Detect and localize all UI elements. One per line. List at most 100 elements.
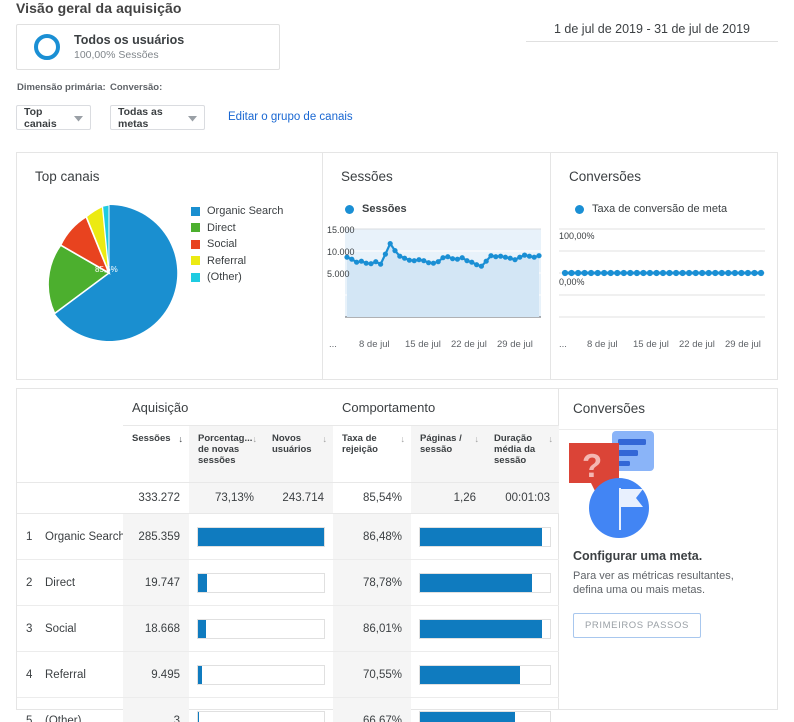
sort-icon[interactable]: ↓ [323,434,328,445]
primary-dimension-dropdown[interactable]: Top canais [16,105,91,130]
conversions-line-chart[interactable]: 100,00% 0,00% ... 8 de jul 15 de jul 22 … [557,225,777,350]
sort-icon[interactable]: ↓ [475,434,480,445]
sessions-ytick: 15.000 [327,225,355,235]
legend-item[interactable]: Organic Search [191,205,283,217]
sort-icon[interactable]: ↓ [549,434,554,445]
col-header-bounce-rate[interactable]: Taxa de rejeição ↓ [333,425,411,483]
chevron-down-icon [188,109,197,127]
top-channels-legend: Organic Search Direct Social Referral (O… [191,205,283,288]
legend-label: Sessões [362,203,407,215]
row-sessions: 3 [123,697,189,722]
col-header-index [17,425,43,483]
table-row: 2 Direct 19.747 78,78% [17,559,559,606]
table-row: 4 Referral 9.495 70,55% [17,651,559,698]
row-bounce-bar [411,513,559,560]
conversions-xtick: 22 de jul [679,339,715,350]
goal-panel-title: Conversões [573,401,646,416]
legend-swatch-icon [191,239,200,249]
row-channel-link[interactable]: (Other) [43,698,123,722]
table-totals-row: 333.272 73,13% 243.714 85,54% 1,26 00:01… [17,482,559,514]
row-index: 4 [17,651,43,698]
sessions-xtick: 22 de jul [451,339,487,350]
totals-new-sessions-pct: 73,13% [189,482,263,514]
conversions-legend: Taxa de conversão de meta [575,203,727,215]
col-header-channel [43,425,123,483]
col-label: sessão [420,444,453,455]
row-index: 5 [26,714,33,722]
legend-swatch-icon [191,206,200,216]
group-header-blank [17,389,123,426]
totals-sessions: 333.272 [123,482,189,514]
col-label: média da [494,444,536,455]
table-row: 1 Organic Search 285.359 86,48% [17,513,559,560]
legend-item[interactable]: (Other) [191,271,283,283]
row-channel-link[interactable]: Social [43,605,123,652]
sessions-xtick: 15 de jul [405,339,441,350]
setup-goal-illustration: ? [567,431,672,539]
sessions-ytick: 10.000 [327,247,355,257]
totals-blank [17,482,43,514]
row-channel-link[interactable]: Organic Search [43,513,123,560]
col-label: usuários [272,444,312,455]
row-sessions-bar [189,559,333,606]
get-started-button[interactable]: PRIMEIROS PASSOS [573,613,701,638]
table-row: 5 (Other) 3 66,67% [17,697,559,722]
row-index: 2 [17,559,43,606]
goal-panel-heading: Configurar uma meta. [573,549,703,563]
legend-item[interactable]: Referral [191,255,283,267]
row-channel-link[interactable]: Referral [43,651,123,698]
row-index: 1 [17,513,43,560]
row-channel-link[interactable]: Direct [43,559,123,606]
chevron-down-icon [74,109,83,127]
col-header-new-sessions-pct[interactable]: Porcentag... de novas sessões ↓ [189,425,263,483]
group-header-behavior: Comportamento [333,389,559,426]
col-header-pages-per-session[interactable]: Páginas / sessão ↓ [411,425,485,483]
legend-label: Taxa de conversão de meta [592,203,728,215]
table-row: 3 Social 18.668 86,01% [17,605,559,652]
conversion-label: Conversão: [110,82,163,93]
table-group-header-row: Aquisição Comportamento [17,389,559,426]
row-sessions-bar [189,651,333,698]
row-bounce-rate: 70,55% [333,651,411,698]
totals-avg-duration: 00:01:03 [485,482,559,514]
row-sessions: 285.359 [123,513,189,560]
col-header-new-users[interactable]: Novos usuários ↓ [263,425,333,483]
col-header-avg-duration[interactable]: Duração média da sessão ↓ [485,425,559,483]
conversion-dropdown[interactable]: Todas as metas [110,105,205,130]
sort-desc-icon[interactable]: ↓ [179,434,184,445]
col-label: Taxa de [342,433,377,444]
legend-item[interactable]: Social [191,238,283,250]
group-header-acquisition: Aquisição [123,389,333,426]
row-bounce-rate: 66,67% [333,697,411,722]
legend-item[interactable]: Direct [191,222,283,234]
totals-new-users: 243.714 [263,482,333,514]
segment-subtitle: 100,00% Sessões [74,48,159,61]
col-label: rejeição [342,444,378,455]
col-header-sessions[interactable]: Sessões ↓ [123,425,189,483]
sort-icon[interactable]: ↓ [401,434,406,445]
totals-bounce-rate: 85,54% [333,482,411,514]
edit-channel-group-link[interactable]: Editar o grupo de canais [228,111,353,123]
col-label: Porcentag... [198,433,253,444]
legend-label: Social [207,238,237,250]
legend-label: (Other) [207,271,242,283]
sessions-xtick: 8 de jul [359,339,390,350]
overview-cards: Top canais 85,6% Organic Search Direct S… [16,152,778,380]
row-sessions: 9.495 [123,651,189,698]
sessions-card: Sessões Sessões 15.000 10.000 5.000 ... … [323,153,551,379]
acquisition-table-card: Aquisição Comportamento Sessões ↓ Porcen… [16,388,778,722]
top-channels-title: Top canais [35,169,100,184]
row-bounce-bar [411,698,559,722]
table-column-header-row: Sessões ↓ Porcentag... de novas sessões … [17,425,559,483]
top-channels-card: Top canais 85,6% Organic Search Direct S… [17,153,323,379]
conversions-xtick: ... [559,339,567,350]
conversions-goal-panel: Conversões ? Configurar uma meta. Para v… [559,389,777,709]
sort-icon[interactable]: ↓ [253,434,258,445]
totals-blank [43,482,123,514]
col-label: Novos [272,433,302,444]
segment-all-users[interactable]: Todos os usuários 100,00% Sessões [16,24,280,70]
sessions-xtick: ... [329,339,337,350]
col-label: Sessões [132,433,171,444]
date-range-selector[interactable]: 1 de jul de 2019 - 31 de jul de 2019 [526,22,778,42]
sessions-line-chart[interactable]: 15.000 10.000 5.000 ... 8 de jul 15 de j… [327,225,547,350]
